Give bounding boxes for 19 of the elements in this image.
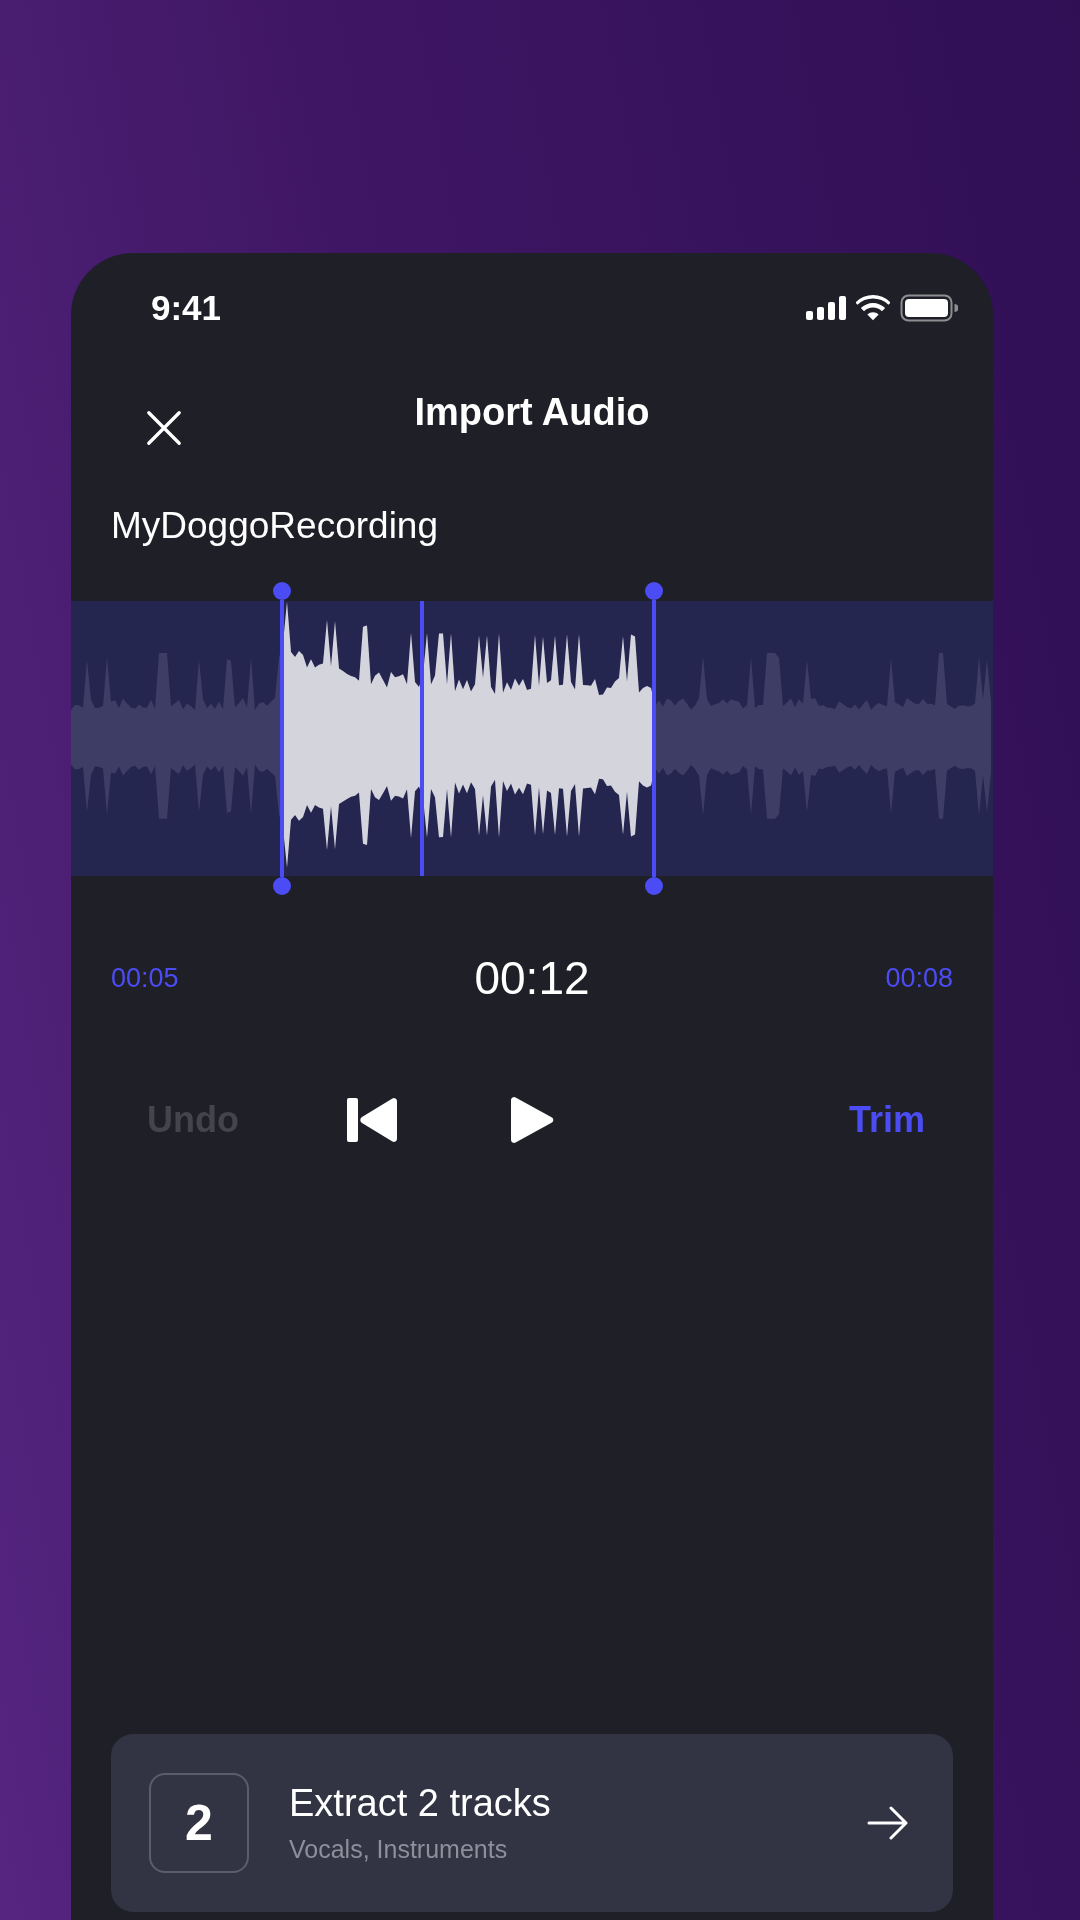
wifi-icon <box>856 295 890 321</box>
option-subtitle: Vocals, Instruments <box>289 1835 509 1864</box>
trim-end-time: 00:08 <box>884 962 953 994</box>
arrow-right-icon <box>867 1806 909 1840</box>
trim-button[interactable]: Trim <box>846 1095 927 1145</box>
option-card[interactable]: 2 Extract 2 tracks Vocals, Instruments <box>111 1734 953 1912</box>
play-button[interactable] <box>508 1095 555 1145</box>
track-count: 2 <box>149 1773 249 1873</box>
close-button[interactable] <box>145 409 183 447</box>
current-time: 00:12 <box>474 951 590 1005</box>
option-title: Extract 2 tracks <box>289 1782 552 1825</box>
signal-icon <box>806 296 846 320</box>
status-time: 9:41 <box>151 288 222 328</box>
battery-icon <box>900 294 958 322</box>
trim-start-time: 00:05 <box>111 962 180 994</box>
screen-title: Import Audio <box>414 391 650 434</box>
file-name: MyDoggoRecording <box>111 505 438 547</box>
play-icon <box>508 1095 555 1145</box>
close-icon <box>145 409 183 447</box>
